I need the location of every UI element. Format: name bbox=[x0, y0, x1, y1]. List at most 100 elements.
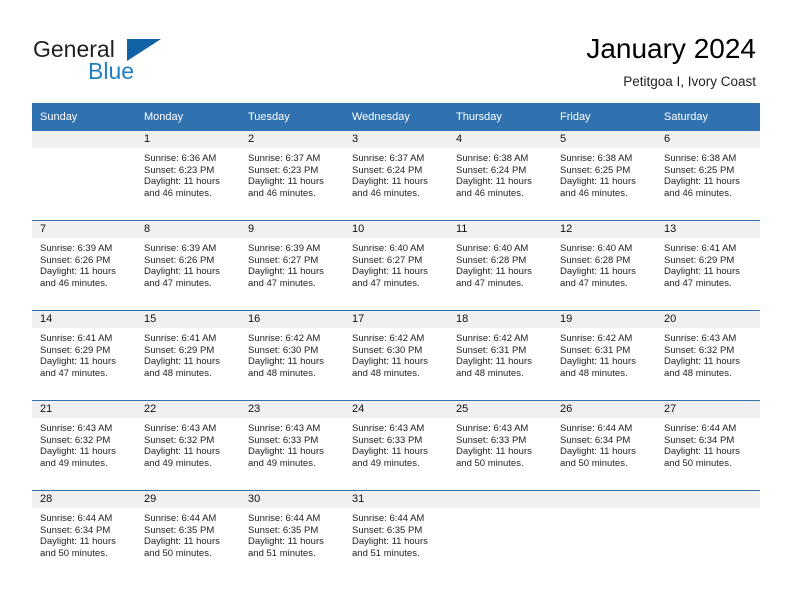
brand-logo[interactable]: General Blue bbox=[33, 36, 263, 90]
calendar-day-cell[interactable]: 25 Sunrise: 6:43 AM Sunset: 6:33 PM Dayl… bbox=[448, 400, 552, 491]
daylight-text: Daylight: 11 hours and 48 minutes. bbox=[560, 356, 636, 379]
day-cell: 25 Sunrise: 6:43 AM Sunset: 6:33 PM Dayl… bbox=[448, 401, 552, 490]
calendar-day-cell[interactable]: 8 Sunrise: 6:39 AM Sunset: 6:26 PM Dayli… bbox=[136, 220, 240, 311]
day-number: 17 bbox=[344, 311, 448, 328]
calendar-day-cell[interactable] bbox=[552, 490, 656, 580]
calendar-day-cell[interactable]: 28 Sunrise: 6:44 AM Sunset: 6:34 PM Dayl… bbox=[32, 490, 136, 580]
day-cell: 20 Sunrise: 6:43 AM Sunset: 6:32 PM Dayl… bbox=[656, 311, 760, 400]
sunset-text: Sunset: 6:23 PM bbox=[144, 164, 215, 176]
calendar-day-cell[interactable]: 14 Sunrise: 6:41 AM Sunset: 6:29 PM Dayl… bbox=[32, 310, 136, 401]
calendar-day-cell[interactable]: 30 Sunrise: 6:44 AM Sunset: 6:35 PM Dayl… bbox=[240, 490, 344, 580]
weekday-header-saturday: Saturday bbox=[656, 103, 760, 131]
calendar-day-cell[interactable]: 3 Sunrise: 6:37 AM Sunset: 6:24 PM Dayli… bbox=[344, 131, 448, 221]
day-number: 9 bbox=[240, 221, 344, 238]
day-number: 25 bbox=[448, 401, 552, 418]
calendar-day-cell[interactable]: 7 Sunrise: 6:39 AM Sunset: 6:26 PM Dayli… bbox=[32, 220, 136, 311]
calendar-day-cell[interactable] bbox=[656, 490, 760, 580]
day-cell: 23 Sunrise: 6:43 AM Sunset: 6:33 PM Dayl… bbox=[240, 401, 344, 490]
calendar-day-cell[interactable]: 24 Sunrise: 6:43 AM Sunset: 6:33 PM Dayl… bbox=[344, 400, 448, 491]
day-cell-empty bbox=[32, 131, 136, 220]
day-details: Sunrise: 6:42 AM Sunset: 6:30 PM Dayligh… bbox=[344, 328, 448, 379]
sunrise-text: Sunrise: 6:44 AM bbox=[144, 513, 217, 524]
calendar-day-cell[interactable]: 27 Sunrise: 6:44 AM Sunset: 6:34 PM Dayl… bbox=[656, 400, 760, 491]
sunset-text: Sunset: 6:35 PM bbox=[352, 524, 423, 536]
calendar-grid: Sunday Monday Tuesday Wednesday Thursday… bbox=[32, 103, 760, 580]
day-details: Sunrise: 6:39 AM Sunset: 6:26 PM Dayligh… bbox=[32, 238, 136, 289]
calendar-day-cell[interactable]: 20 Sunrise: 6:43 AM Sunset: 6:32 PM Dayl… bbox=[656, 310, 760, 401]
calendar-day-cell[interactable]: 9 Sunrise: 6:39 AM Sunset: 6:27 PM Dayli… bbox=[240, 220, 344, 311]
sunset-text: Sunset: 6:31 PM bbox=[560, 344, 631, 356]
calendar-day-cell[interactable] bbox=[448, 490, 552, 580]
calendar-day-cell[interactable]: 19 Sunrise: 6:42 AM Sunset: 6:31 PM Dayl… bbox=[552, 310, 656, 401]
calendar-day-cell[interactable]: 1 Sunrise: 6:36 AM Sunset: 6:23 PM Dayli… bbox=[136, 131, 240, 221]
sunset-text: Sunset: 6:29 PM bbox=[664, 254, 735, 266]
day-cell: 30 Sunrise: 6:44 AM Sunset: 6:35 PM Dayl… bbox=[240, 491, 344, 580]
day-cell: 29 Sunrise: 6:44 AM Sunset: 6:35 PM Dayl… bbox=[136, 491, 240, 580]
weekday-header-monday: Monday bbox=[136, 103, 240, 131]
calendar-day-cell[interactable]: 23 Sunrise: 6:43 AM Sunset: 6:33 PM Dayl… bbox=[240, 400, 344, 491]
calendar-day-cell[interactable]: 5 Sunrise: 6:38 AM Sunset: 6:25 PM Dayli… bbox=[552, 131, 656, 221]
sunrise-text: Sunrise: 6:44 AM bbox=[560, 423, 633, 434]
calendar-page: General Blue January 2024 Petitgoa I, Iv… bbox=[0, 0, 792, 612]
day-number: 18 bbox=[448, 311, 552, 328]
day-details: Sunrise: 6:42 AM Sunset: 6:31 PM Dayligh… bbox=[552, 328, 656, 379]
calendar-day-cell[interactable]: 18 Sunrise: 6:42 AM Sunset: 6:31 PM Dayl… bbox=[448, 310, 552, 401]
calendar-day-cell[interactable]: 29 Sunrise: 6:44 AM Sunset: 6:35 PM Dayl… bbox=[136, 490, 240, 580]
calendar-day-cell[interactable]: 15 Sunrise: 6:41 AM Sunset: 6:29 PM Dayl… bbox=[136, 310, 240, 401]
calendar-week-row: 1 Sunrise: 6:36 AM Sunset: 6:23 PM Dayli… bbox=[32, 131, 760, 221]
daylight-text: Daylight: 11 hours and 46 minutes. bbox=[248, 176, 324, 199]
sunset-text: Sunset: 6:34 PM bbox=[40, 524, 111, 536]
calendar-day-cell[interactable] bbox=[32, 131, 136, 221]
calendar-day-cell[interactable]: 13 Sunrise: 6:41 AM Sunset: 6:29 PM Dayl… bbox=[656, 220, 760, 311]
calendar-day-cell[interactable]: 21 Sunrise: 6:43 AM Sunset: 6:32 PM Dayl… bbox=[32, 400, 136, 491]
sunrise-text: Sunrise: 6:38 AM bbox=[664, 153, 737, 164]
daylight-text: Daylight: 11 hours and 51 minutes. bbox=[352, 536, 428, 559]
daylight-text: Daylight: 11 hours and 46 minutes. bbox=[456, 176, 532, 199]
page-subtitle: Petitgoa I, Ivory Coast bbox=[623, 74, 756, 89]
sunset-text: Sunset: 6:33 PM bbox=[248, 434, 319, 446]
day-cell: 8 Sunrise: 6:39 AM Sunset: 6:26 PM Dayli… bbox=[136, 221, 240, 310]
day-details: Sunrise: 6:36 AM Sunset: 6:23 PM Dayligh… bbox=[136, 148, 240, 199]
sunrise-text: Sunrise: 6:38 AM bbox=[456, 153, 529, 164]
calendar-day-cell[interactable]: 6 Sunrise: 6:38 AM Sunset: 6:25 PM Dayli… bbox=[656, 131, 760, 221]
sunrise-text: Sunrise: 6:42 AM bbox=[560, 333, 633, 344]
day-details: Sunrise: 6:41 AM Sunset: 6:29 PM Dayligh… bbox=[136, 328, 240, 379]
calendar-day-cell[interactable]: 17 Sunrise: 6:42 AM Sunset: 6:30 PM Dayl… bbox=[344, 310, 448, 401]
day-details: Sunrise: 6:44 AM Sunset: 6:34 PM Dayligh… bbox=[656, 418, 760, 469]
calendar-day-cell[interactable]: 26 Sunrise: 6:44 AM Sunset: 6:34 PM Dayl… bbox=[552, 400, 656, 491]
daylight-text: Daylight: 11 hours and 48 minutes. bbox=[248, 356, 324, 379]
day-cell: 6 Sunrise: 6:38 AM Sunset: 6:25 PM Dayli… bbox=[656, 131, 760, 220]
daylight-text: Daylight: 11 hours and 47 minutes. bbox=[664, 266, 740, 289]
day-details: Sunrise: 6:41 AM Sunset: 6:29 PM Dayligh… bbox=[32, 328, 136, 379]
calendar-day-cell[interactable]: 4 Sunrise: 6:38 AM Sunset: 6:24 PM Dayli… bbox=[448, 131, 552, 221]
sunset-text: Sunset: 6:28 PM bbox=[456, 254, 527, 266]
sunrise-text: Sunrise: 6:37 AM bbox=[352, 153, 425, 164]
sunset-text: Sunset: 6:27 PM bbox=[352, 254, 423, 266]
sunset-text: Sunset: 6:32 PM bbox=[664, 344, 735, 356]
title-block: January 2024 Petitgoa I, Ivory Coast bbox=[586, 32, 756, 92]
sunrise-text: Sunrise: 6:43 AM bbox=[456, 423, 529, 434]
calendar-day-cell[interactable]: 16 Sunrise: 6:42 AM Sunset: 6:30 PM Dayl… bbox=[240, 310, 344, 401]
calendar-day-cell[interactable]: 10 Sunrise: 6:40 AM Sunset: 6:27 PM Dayl… bbox=[344, 220, 448, 311]
calendar-day-cell[interactable]: 2 Sunrise: 6:37 AM Sunset: 6:23 PM Dayli… bbox=[240, 131, 344, 221]
sunset-text: Sunset: 6:34 PM bbox=[664, 434, 735, 446]
day-details: Sunrise: 6:37 AM Sunset: 6:24 PM Dayligh… bbox=[344, 148, 448, 199]
daylight-text: Daylight: 11 hours and 48 minutes. bbox=[352, 356, 428, 379]
daylight-text: Daylight: 11 hours and 46 minutes. bbox=[560, 176, 636, 199]
calendar-day-cell[interactable]: 11 Sunrise: 6:40 AM Sunset: 6:28 PM Dayl… bbox=[448, 220, 552, 311]
day-number: 13 bbox=[656, 221, 760, 238]
day-number: 4 bbox=[448, 131, 552, 148]
day-cell: 18 Sunrise: 6:42 AM Sunset: 6:31 PM Dayl… bbox=[448, 311, 552, 400]
sunset-text: Sunset: 6:30 PM bbox=[248, 344, 319, 356]
day-number: 2 bbox=[240, 131, 344, 148]
day-cell-empty bbox=[448, 491, 552, 580]
day-number: 15 bbox=[136, 311, 240, 328]
calendar-day-cell[interactable]: 22 Sunrise: 6:43 AM Sunset: 6:32 PM Dayl… bbox=[136, 400, 240, 491]
day-number: 14 bbox=[32, 311, 136, 328]
sunrise-text: Sunrise: 6:40 AM bbox=[456, 243, 529, 254]
calendar-day-cell[interactable]: 12 Sunrise: 6:40 AM Sunset: 6:28 PM Dayl… bbox=[552, 220, 656, 311]
day-number: 21 bbox=[32, 401, 136, 418]
page-header: General Blue January 2024 Petitgoa I, Iv… bbox=[0, 0, 792, 100]
calendar-day-cell[interactable]: 31 Sunrise: 6:44 AM Sunset: 6:35 PM Dayl… bbox=[344, 490, 448, 580]
daylight-text: Daylight: 11 hours and 49 minutes. bbox=[40, 446, 116, 469]
